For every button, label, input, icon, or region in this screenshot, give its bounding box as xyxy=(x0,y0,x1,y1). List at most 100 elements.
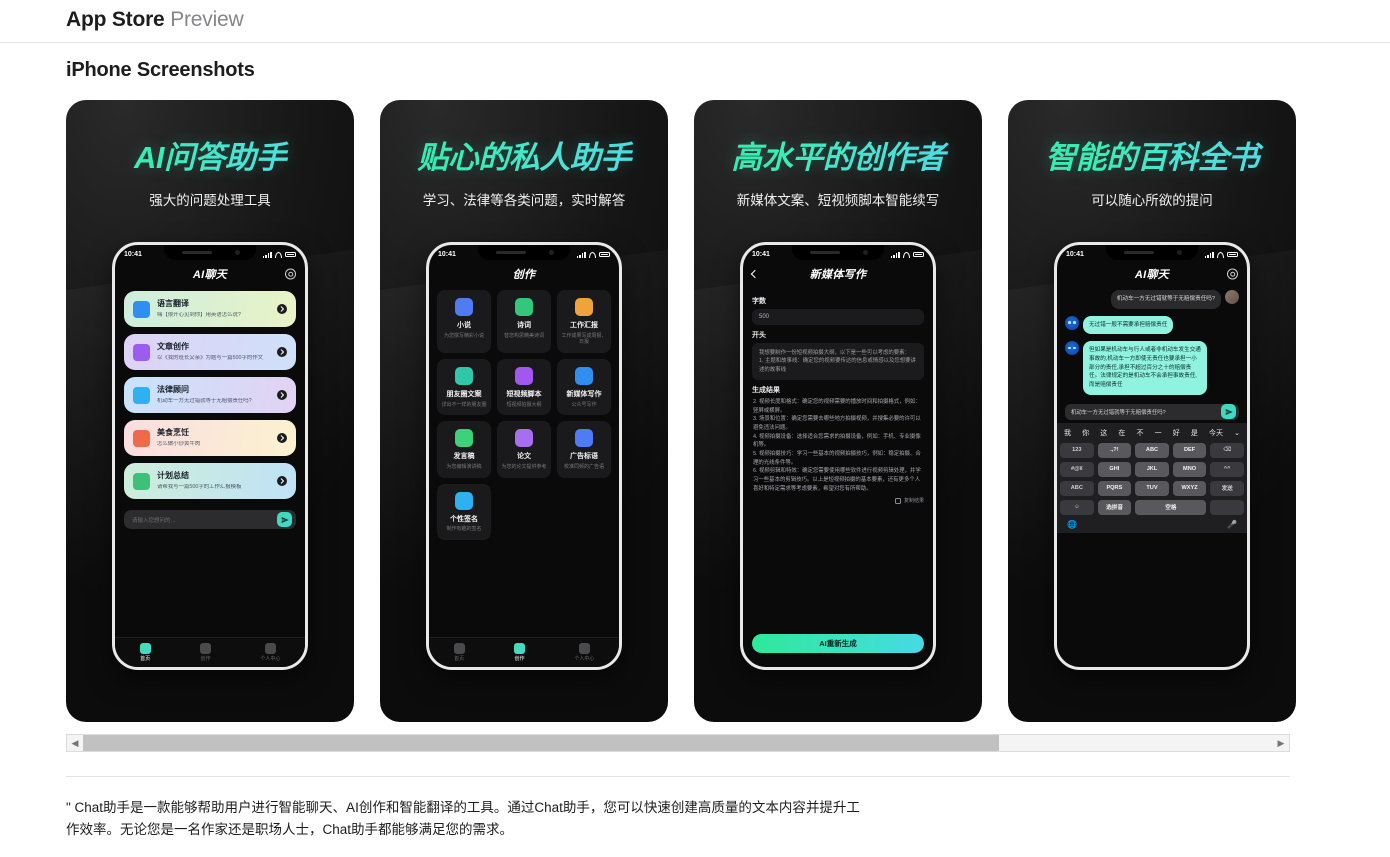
creation-grid-item[interactable]: 个性签名 制作有趣的签名 xyxy=(437,483,491,540)
suggestion-word[interactable]: 好 xyxy=(1173,428,1180,438)
key-^^[interactable]: ^^ xyxy=(1210,461,1244,477)
microphone-icon[interactable]: 🎤 xyxy=(1227,520,1237,529)
suggestion-word[interactable]: 我 xyxy=(1064,428,1071,438)
tab-label: 个人中心 xyxy=(574,656,595,663)
prompt-card-desc: 怎么做小炒黄牛肉 xyxy=(157,440,201,447)
key-☺[interactable]: ☺ xyxy=(1060,499,1094,515)
key-DEF[interactable]: DEF xyxy=(1172,442,1207,458)
prompt-card[interactable]: 文章创作 以《我的班长父亲》为题写一篇500字的作文 xyxy=(124,334,296,370)
key-GHI[interactable]: GHI xyxy=(1097,461,1132,477)
creation-item-desc: 为您编辑演讲稿 xyxy=(446,463,482,470)
gear-icon[interactable] xyxy=(1227,268,1238,280)
horizontal-scrollbar[interactable]: ◀ ▶ xyxy=(66,734,1290,752)
phone-notch xyxy=(478,245,570,260)
copy-result-button[interactable]: 复制结果 xyxy=(752,497,924,504)
key-空格[interactable]: 空格 xyxy=(1135,499,1207,515)
key-MNO[interactable]: MNO xyxy=(1172,461,1207,477)
key-.,?![interactable]: .,?! xyxy=(1097,442,1132,458)
prompt-card-arrow-icon[interactable] xyxy=(277,347,287,357)
prompt-card-title: 语言翻译 xyxy=(157,299,189,309)
key-send-placeholder[interactable] xyxy=(1210,499,1244,515)
creation-grid-item[interactable]: 工作汇报 工作成果写成周报、日报 xyxy=(557,290,611,353)
prompt-card[interactable]: 计划总结 请帮我写一篇500字的工作汇报模板 xyxy=(124,463,296,499)
gear-icon[interactable] xyxy=(285,268,296,280)
screenshot-card-4[interactable]: 智能的百科全书 可以随心所欲的提问 10:41 AI聊天 机动车一方无过错就等于无赔偿责… xyxy=(1008,100,1296,722)
key-⌫[interactable]: ⌫ xyxy=(1210,442,1244,458)
scroll-right-arrow-icon[interactable]: ▶ xyxy=(1273,738,1289,749)
creation-item-title: 诗词 xyxy=(517,322,531,329)
tab-item-创作[interactable]: 创作 xyxy=(199,642,211,662)
creation-grid-item[interactable]: 朋友圈文案 详出不一样的朋友圈 xyxy=(437,359,491,416)
back-icon[interactable] xyxy=(750,269,760,279)
prompt-card[interactable]: 语言翻译 嗨【很开心见到你】用英语怎么说? xyxy=(124,291,296,327)
key-WXYZ[interactable]: WXYZ xyxy=(1172,480,1207,496)
key-ABC[interactable]: ABC xyxy=(1060,480,1094,496)
battery-icon xyxy=(1227,251,1238,258)
screenshot-card-2[interactable]: 贴心的私人助手 学习、法律等各类问题，实时解答 10:41 创作 小说 为您撰写精彩小说诗… xyxy=(380,100,668,722)
tab-icon xyxy=(513,642,525,654)
chat-input-bar[interactable]: 请输入您想问的… xyxy=(124,510,296,529)
word-count-input[interactable]: 500 xyxy=(752,309,924,325)
regenerate-button[interactable]: AI重新生成 xyxy=(752,634,924,653)
globe-icon[interactable]: 🌐 xyxy=(1067,520,1077,529)
screenshots-carousel[interactable]: AI问答助手 强大的问题处理工具 10:41 AI聊天 语言翻译 嗨【很开心见到你】用英语… xyxy=(0,82,1390,722)
tab-item-创作[interactable]: 创作 xyxy=(513,642,525,662)
suggestion-word[interactable]: 这 xyxy=(1100,428,1107,438)
word-count-label: 字数 xyxy=(752,298,766,305)
tab-item-首页[interactable]: 首页 xyxy=(139,642,151,662)
opening-textarea[interactable]: 我想要制作一份短视频拍摄大纲，以下是一些可以考虑的要素： 1. 主题和故事线：确… xyxy=(752,343,924,381)
key-发送[interactable]: 发送 xyxy=(1210,480,1244,496)
screenshot-card-1[interactable]: AI问答助手 强大的问题处理工具 10:41 AI聊天 语言翻译 嗨【很开心见到你】用英语… xyxy=(66,100,354,722)
key-123[interactable]: 123 xyxy=(1060,442,1094,458)
prompt-card[interactable]: 美食烹饪 怎么做小炒黄牛肉 xyxy=(124,420,296,456)
app-bar: AI聊天 xyxy=(1057,262,1247,286)
suggestion-word[interactable]: 今天 xyxy=(1209,428,1223,438)
key-ABC[interactable]: ABC xyxy=(1135,442,1169,458)
status-indicators xyxy=(890,251,924,258)
prompt-card[interactable]: 法律顾问 机动车一方无过错就等于无赔偿责任吗? xyxy=(124,377,296,413)
creation-grid-item[interactable]: 新媒体写作 公众号写作 xyxy=(557,359,611,416)
suggestion-word[interactable]: 你 xyxy=(1082,428,1089,438)
tab-item-首页[interactable]: 首页 xyxy=(453,642,465,662)
creation-grid-item[interactable]: 短视频脚本 短视频拍摄大纲 xyxy=(497,359,551,416)
suggestion-word[interactable]: 不 xyxy=(1137,428,1144,438)
key-PQRS[interactable]: PQRS xyxy=(1097,480,1132,496)
prompt-card-arrow-icon[interactable] xyxy=(277,304,287,314)
key-选拼音[interactable]: 选拼音 xyxy=(1097,499,1132,515)
prompt-card-arrow-icon[interactable] xyxy=(277,390,287,400)
scrollbar-thumb[interactable] xyxy=(83,735,1000,751)
creation-item-desc: 校准同频的广告语 xyxy=(563,463,604,470)
prompt-card-arrow-icon[interactable] xyxy=(277,433,287,443)
chat-input-bar[interactable]: 机动车一方无过错就等于无赔偿责任吗? xyxy=(1065,403,1239,420)
tab-item-个人中心[interactable]: 个人中心 xyxy=(260,642,280,662)
creation-grid-item[interactable]: 诗词 替您构思精美诗词 xyxy=(497,290,551,353)
screenshot-card-3[interactable]: 高水平的创作者 新媒体文案、短视频脚本智能续写 10:41 新媒体写作 字数 500 开头我… xyxy=(694,100,982,722)
key-TUV[interactable]: TUV xyxy=(1135,480,1169,496)
chevron-down-icon[interactable]: ⌄ xyxy=(1234,429,1240,437)
key-JKL[interactable]: JKL xyxy=(1135,461,1169,477)
tab-item-个人中心[interactable]: 个人中心 xyxy=(574,642,595,663)
phone-mockup: 10:41 创作 小说 为您撰写精彩小说 诗词 替您构思精美诗词 工作汇报 工作成果写成周报、… xyxy=(426,242,622,670)
tab-bar[interactable]: 首页 创作 个人中心 xyxy=(429,637,619,667)
creation-item-icon xyxy=(455,429,473,448)
send-button[interactable] xyxy=(1221,404,1236,420)
keyboard-suggestions[interactable]: 我 你 这 在 不 一 好 是 今天 ⌄ xyxy=(1060,427,1244,443)
page-title: iPhone Screenshots xyxy=(66,59,255,81)
send-button[interactable] xyxy=(277,512,292,527)
status-time: 10:41 xyxy=(752,251,770,258)
creation-grid-item[interactable]: 发言稿 为您编辑演讲稿 xyxy=(437,421,491,478)
prompt-card-arrow-icon[interactable] xyxy=(277,476,287,486)
keyboard[interactable]: 我你这在不一好是今天 ⌄ 123.,?! ABC DEF ⌫ #@¥ GHI JKL MNO ^^ A… xyxy=(1057,422,1247,533)
tab-bar[interactable]: 首页 创作 个人中心 xyxy=(115,637,305,667)
creation-item-icon xyxy=(455,491,473,510)
scrollbar-track[interactable] xyxy=(83,735,1273,751)
creation-grid-item[interactable]: 小说 为您撰写精彩小说 xyxy=(437,290,491,353)
suggestion-word[interactable]: 是 xyxy=(1191,428,1198,438)
creation-grid-item[interactable]: 广告标语 校准同频的广告语 xyxy=(557,421,611,478)
scroll-left-arrow-icon[interactable]: ◀ xyxy=(67,738,83,749)
creation-grid-item[interactable]: 论文 为您的论文提供参考 xyxy=(497,421,551,478)
suggestion-word[interactable]: 在 xyxy=(1118,428,1125,438)
keyboard-bottom-bar[interactable]: 🌐 🎤 xyxy=(1060,515,1244,533)
suggestion-word[interactable]: 一 xyxy=(1155,428,1162,438)
key-#@¥[interactable]: #@¥ xyxy=(1060,461,1094,477)
